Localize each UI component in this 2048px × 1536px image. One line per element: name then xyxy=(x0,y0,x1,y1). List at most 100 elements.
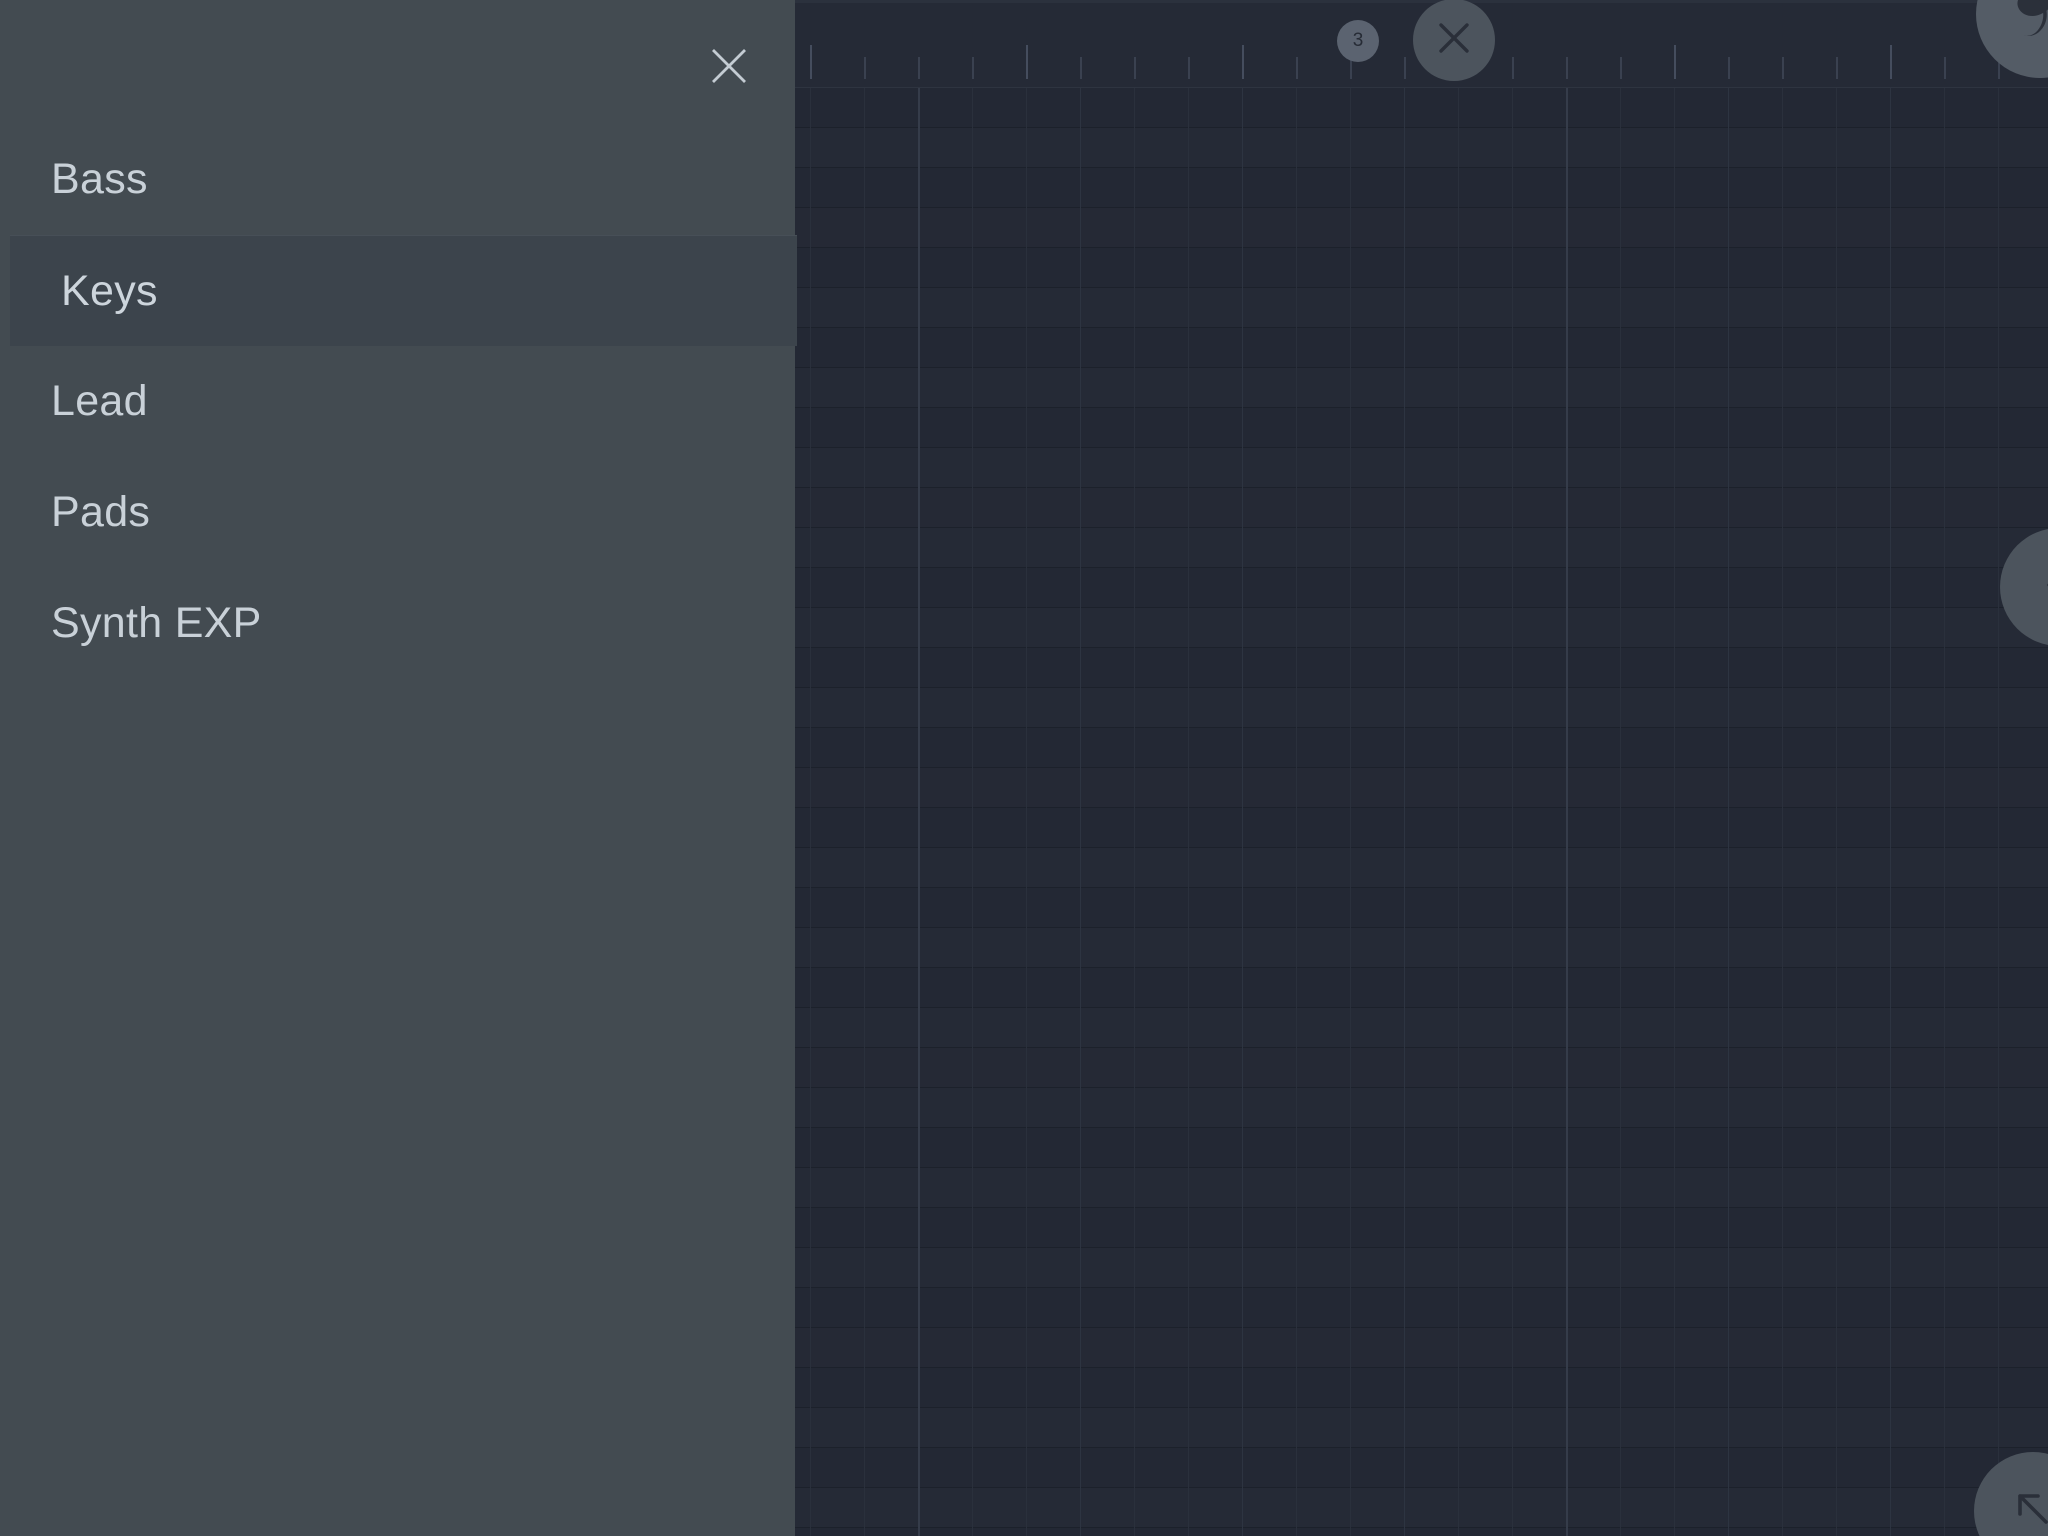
grid-row[interactable] xyxy=(795,208,2048,248)
ruler-tick xyxy=(1188,57,1190,79)
grid-row[interactable] xyxy=(795,728,2048,768)
ruler-top-divider xyxy=(795,0,2048,3)
ruler-tick xyxy=(1404,57,1406,79)
ruler-tick xyxy=(1026,45,1028,79)
menu-item-lead[interactable]: Lead xyxy=(0,346,795,457)
grid-column-line xyxy=(972,88,973,1536)
grid-column-line xyxy=(1836,88,1837,1536)
ruler-tick xyxy=(1242,45,1244,79)
close-icon xyxy=(1432,16,1476,65)
grid-column-line xyxy=(810,88,811,1536)
menu-item-label: Bass xyxy=(51,155,148,203)
ruler-tick xyxy=(810,45,812,79)
grid-row[interactable] xyxy=(795,568,2048,608)
grid-column-line xyxy=(1242,88,1243,1536)
grid-column-line xyxy=(1674,88,1675,1536)
grid-row[interactable] xyxy=(795,488,2048,528)
ruler-tick xyxy=(1836,57,1838,79)
ruler-tick xyxy=(1512,57,1514,79)
grid-row[interactable] xyxy=(795,1048,2048,1088)
ruler-tick xyxy=(1620,57,1622,79)
grid-row[interactable] xyxy=(795,808,2048,848)
menu-item-label: Lead xyxy=(51,377,148,425)
grid-row[interactable] xyxy=(795,1208,2048,1248)
grid-row[interactable] xyxy=(795,608,2048,648)
grid-row[interactable] xyxy=(795,128,2048,168)
grid-row[interactable] xyxy=(795,368,2048,408)
menu-item-synth-exp[interactable]: Synth EXP xyxy=(0,568,795,679)
instrument-category-panel: Bass Keys Lead Pads Synth EXP xyxy=(0,0,797,1536)
ruler-tick xyxy=(1782,57,1784,79)
grid-column-line xyxy=(1350,88,1351,1536)
grid-column-line xyxy=(1944,88,1945,1536)
grid-row[interactable] xyxy=(795,688,2048,728)
ruler-tick xyxy=(972,57,974,79)
grid-row[interactable] xyxy=(795,1368,2048,1408)
panel-close-button[interactable] xyxy=(693,30,765,102)
grid-row[interactable] xyxy=(795,968,2048,1008)
grid-row[interactable] xyxy=(795,288,2048,328)
grid-column-line xyxy=(918,88,920,1536)
grid-row[interactable] xyxy=(795,768,2048,808)
grid-row[interactable] xyxy=(795,408,2048,448)
close-editor-button[interactable] xyxy=(1413,0,1495,81)
menu-item-bass[interactable]: Bass xyxy=(0,124,795,235)
grid-row[interactable] xyxy=(795,1128,2048,1168)
grid-column-line xyxy=(1728,88,1729,1536)
ruler-tick xyxy=(864,57,866,79)
app-root: 23 xyxy=(0,0,2048,1536)
grid-column-line xyxy=(1458,88,1459,1536)
grid-row[interactable] xyxy=(795,448,2048,488)
fruit-logo-icon xyxy=(1997,0,2048,60)
menu-item-pads[interactable]: Pads xyxy=(0,457,795,568)
grid-column-line xyxy=(1296,88,1297,1536)
menu-item-label: Synth EXP xyxy=(51,599,262,647)
grid-row[interactable] xyxy=(795,248,2048,288)
grid-row[interactable] xyxy=(795,1328,2048,1368)
grid-row[interactable] xyxy=(795,1248,2048,1288)
grid-row[interactable] xyxy=(795,1288,2048,1328)
grid-row[interactable] xyxy=(795,1168,2048,1208)
grid-row[interactable] xyxy=(795,648,2048,688)
menu-item-label: Keys xyxy=(61,266,158,315)
grid-column-line xyxy=(1620,88,1621,1536)
grid-column-line xyxy=(1782,88,1783,1536)
grid-column-line xyxy=(1998,88,1999,1536)
panel-header xyxy=(0,0,795,132)
grid-column-line xyxy=(1404,88,1405,1536)
menu-item-keys[interactable]: Keys xyxy=(10,235,797,346)
ruler-tick xyxy=(918,57,920,79)
grid-row[interactable] xyxy=(795,168,2048,208)
bar-marker[interactable]: 3 xyxy=(1337,20,1379,62)
menu-item-label: Pads xyxy=(51,488,151,536)
grid-row[interactable] xyxy=(795,1008,2048,1048)
grid-row[interactable] xyxy=(795,1528,2048,1536)
grid-row[interactable] xyxy=(795,928,2048,968)
grid-row[interactable] xyxy=(795,1088,2048,1128)
grid-row[interactable] xyxy=(795,528,2048,568)
grid-column-line xyxy=(1026,88,1027,1536)
ruler-tick xyxy=(1890,45,1892,79)
grid-row[interactable] xyxy=(795,888,2048,928)
grid-column-line xyxy=(1080,88,1081,1536)
grid-row[interactable] xyxy=(795,1488,2048,1528)
grid-column-line xyxy=(1188,88,1189,1536)
grid-column-line xyxy=(1512,88,1513,1536)
ruler-tick xyxy=(1080,57,1082,79)
grid-row[interactable] xyxy=(795,848,2048,888)
grid-row[interactable] xyxy=(795,328,2048,368)
ruler-tick xyxy=(1296,57,1298,79)
ruler-tick xyxy=(1566,57,1568,79)
sequencer-editor[interactable]: 23 xyxy=(795,0,2048,1536)
grid-row[interactable] xyxy=(795,1448,2048,1488)
grid-row[interactable] xyxy=(795,88,2048,128)
grid-column-line xyxy=(1134,88,1135,1536)
ruler-tick xyxy=(1674,45,1676,79)
grid-row[interactable] xyxy=(795,1408,2048,1448)
ruler-tick xyxy=(1944,57,1946,79)
grid-column-line xyxy=(1890,88,1891,1536)
pattern-grid[interactable] xyxy=(795,88,2048,1536)
arrow-diagonal-icon xyxy=(2000,1476,2048,1536)
ruler-tick xyxy=(1728,57,1730,79)
instrument-category-list[interactable]: Bass Keys Lead Pads Synth EXP xyxy=(0,124,797,679)
